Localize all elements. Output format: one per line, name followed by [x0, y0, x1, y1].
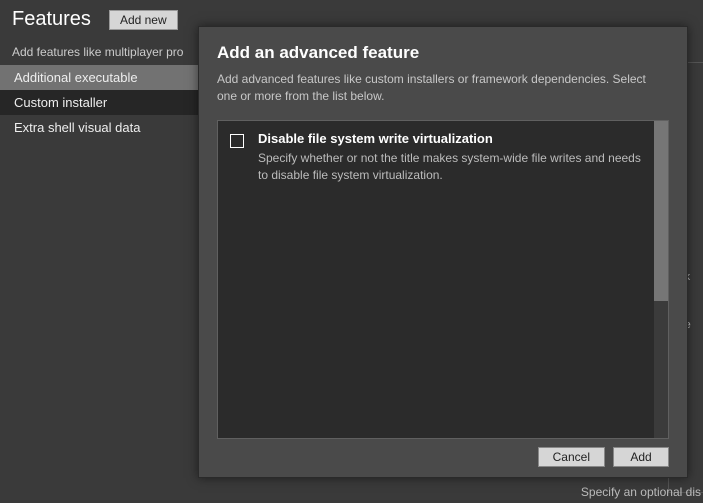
add-button[interactable]: Add [613, 447, 669, 467]
feature-option-title: Disable file system write virtualization [258, 131, 642, 146]
right-partial-footer: Specify an optional dis [581, 485, 701, 499]
feature-options-list: ✓Additional executableSpecify an additio… [217, 120, 669, 439]
add-advanced-feature-dialog: Add an advanced feature Add advanced fea… [198, 26, 688, 478]
scrollbar-track[interactable] [654, 121, 668, 438]
dialog-footer: Cancel Add [217, 447, 669, 467]
dialog-title: Add an advanced feature [217, 43, 669, 63]
feature-option-desc: Specify whether or not the title makes s… [258, 150, 642, 185]
feature-list-item[interactable]: Additional executable [0, 65, 205, 90]
feature-list-item[interactable]: Custom installer [0, 90, 205, 115]
features-title: Features [12, 8, 91, 31]
feature-list: Additional executableCustom installerExt… [0, 65, 205, 140]
add-new-button[interactable]: Add new [109, 10, 178, 30]
dialog-subtitle: Add advanced features like custom instal… [217, 71, 669, 106]
checkbox[interactable] [230, 134, 244, 148]
scrollbar-thumb[interactable] [654, 121, 668, 301]
feature-list-item[interactable]: Extra shell visual data [0, 115, 205, 140]
cancel-button[interactable]: Cancel [538, 447, 605, 467]
feature-option-row[interactable]: Disable file system write virtualization… [218, 121, 654, 438]
